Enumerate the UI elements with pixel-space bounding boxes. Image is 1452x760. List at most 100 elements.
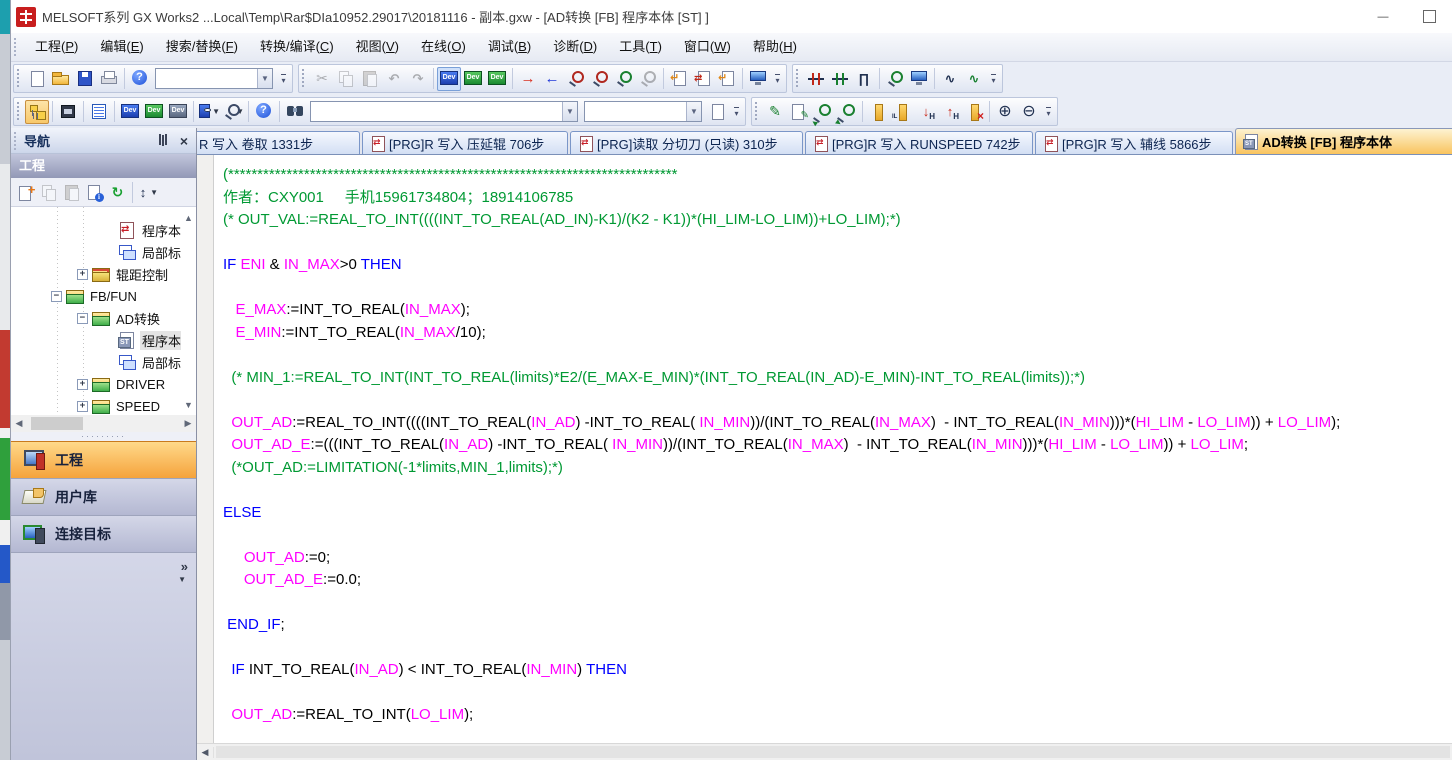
- st-code[interactable]: (***************************************…: [215, 155, 1452, 743]
- toolbar-grip[interactable]: [755, 102, 760, 121]
- tree-item-辊距控制[interactable]: +辊距控制: [11, 263, 181, 285]
- find-device-2-button[interactable]: [588, 67, 612, 91]
- tree-horizontal-scrollbar[interactable]: ◀ ▶: [11, 415, 196, 432]
- find-device-4-button[interactable]: [636, 67, 660, 91]
- scroll-right-icon[interactable]: ▶: [180, 418, 196, 429]
- scroll-left-icon[interactable]: ◀: [11, 418, 27, 429]
- expand-plus-icon[interactable]: +: [77, 401, 88, 412]
- st-editor[interactable]: (***************************************…: [197, 155, 1452, 760]
- help2-button[interactable]: [252, 100, 276, 124]
- tree-item-局部标[interactable]: 局部标: [11, 351, 181, 373]
- doc-jump3-button[interactable]: [715, 67, 739, 91]
- toolbar-overflow-chevron[interactable]: [730, 100, 743, 124]
- print-button[interactable]: [97, 67, 121, 91]
- monitor-go-button[interactable]: [907, 67, 931, 91]
- sort-button[interactable]: ▼: [136, 181, 159, 204]
- toolbar-overflow-chevron[interactable]: [771, 67, 784, 91]
- tree-item-DRIVER[interactable]: +DRIVER: [11, 373, 181, 395]
- document-tab-1[interactable]: R 写入 卷取 1331步: [197, 131, 360, 154]
- dev-display-button[interactable]: ▼: [197, 100, 221, 124]
- help-button[interactable]: [128, 67, 152, 91]
- toolbar-overflow-chevron[interactable]: [987, 67, 1000, 91]
- zoom-in-button[interactable]: [993, 100, 1017, 124]
- project-tree-button[interactable]: [25, 100, 49, 124]
- open-file-button[interactable]: [49, 67, 73, 91]
- editor-horizontal-scrollbar[interactable]: ◀: [197, 743, 1452, 760]
- xfer-read-button[interactable]: [516, 67, 540, 91]
- menu-item-4[interactable]: 转换/编译(C): [249, 33, 345, 61]
- nav-splitter-handle[interactable]: ·········: [11, 432, 196, 441]
- dev-write-button[interactable]: [437, 67, 461, 91]
- device-search-button[interactable]: ▼: [221, 100, 245, 124]
- save-button[interactable]: [73, 67, 97, 91]
- doc-jump1-button[interactable]: [667, 67, 691, 91]
- expand-plus-icon[interactable]: +: [77, 269, 88, 280]
- ladder-open-button[interactable]: [804, 67, 828, 91]
- document-tab-3[interactable]: [PRG]读取 分切刀 (只读) 310步: [570, 131, 803, 154]
- dev-note-button[interactable]: [166, 100, 190, 124]
- toolbar-overflow-chevron[interactable]: [277, 67, 290, 91]
- scroll-up-icon[interactable]: ▲: [181, 211, 196, 226]
- tree-item-SPEED[interactable]: +SPEED: [11, 395, 181, 415]
- tree-item-AD转换[interactable]: −AD转换: [11, 307, 181, 329]
- toolbar-grip[interactable]: [17, 102, 22, 121]
- pin-icon[interactable]: [154, 132, 172, 150]
- menu-item-8[interactable]: 诊断(D): [542, 33, 608, 61]
- tree-vertical-scrollbar[interactable]: ▲ ▼: [181, 207, 196, 415]
- scroll-left-icon[interactable]: ◀: [197, 747, 214, 758]
- combobox-arrow-icon[interactable]: ▼: [686, 102, 701, 121]
- redo-button[interactable]: [406, 67, 430, 91]
- dev-verify-button[interactable]: [485, 67, 509, 91]
- menu-item-9[interactable]: 工具(T): [608, 33, 673, 61]
- doc-jump2-button[interactable]: [691, 67, 715, 91]
- mark-x-button[interactable]: [962, 100, 986, 124]
- tree-item-程序本[interactable]: 程序本: [11, 219, 181, 241]
- menu-item-6[interactable]: 在线(O): [410, 33, 477, 61]
- property-button[interactable]: [83, 181, 106, 204]
- menubar-grip[interactable]: [14, 38, 20, 56]
- toolbar1-combobox[interactable]: ▼: [155, 68, 273, 89]
- remote-monitor-button[interactable]: [746, 67, 770, 91]
- menu-item-7[interactable]: 调试(B): [477, 33, 542, 61]
- ladder-close-button[interactable]: [828, 67, 852, 91]
- find-device-1-button[interactable]: [564, 67, 588, 91]
- toolbar-overflow-chevron[interactable]: [1042, 100, 1055, 124]
- copy-button[interactable]: [334, 67, 358, 91]
- find-prev-button[interactable]: [811, 100, 835, 124]
- copy-data-button[interactable]: [37, 181, 60, 204]
- cut-button[interactable]: [310, 67, 334, 91]
- doc-pen-button[interactable]: [787, 100, 811, 124]
- nav-button-连接目标[interactable]: 连接目标: [11, 515, 196, 552]
- combobox-arrow-icon[interactable]: ▼: [562, 102, 577, 121]
- nav-button-用户库[interactable]: 用户库: [11, 478, 196, 515]
- pulse-button[interactable]: [852, 67, 876, 91]
- jump-down-button[interactable]: [914, 100, 938, 124]
- menu-item-10[interactable]: 窗口(W): [673, 33, 742, 61]
- menu-item-5[interactable]: 视图(V): [345, 33, 410, 61]
- refresh-button[interactable]: [106, 181, 129, 204]
- collapse-minus-icon[interactable]: −: [77, 313, 88, 324]
- document-tab-2[interactable]: [PRG]R 写入 压延辊 706步: [362, 131, 568, 154]
- nav-button-工程[interactable]: 工程: [11, 441, 196, 478]
- paste-button[interactable]: [358, 67, 382, 91]
- menu-item-11[interactable]: 帮助(H): [742, 33, 808, 61]
- zoom-out-button[interactable]: [1017, 100, 1041, 124]
- collapse-minus-icon[interactable]: −: [51, 291, 62, 302]
- undo-button[interactable]: [382, 67, 406, 91]
- scroll-down-icon[interactable]: ▼: [181, 398, 196, 413]
- nav-grip[interactable]: [14, 132, 20, 150]
- menu-item-2[interactable]: 编辑(E): [89, 33, 154, 61]
- mark-il-button[interactable]: [890, 100, 914, 124]
- find-device-5-button[interactable]: [883, 67, 907, 91]
- dev-statement-button[interactable]: [142, 100, 166, 124]
- sample1-button[interactable]: [938, 67, 962, 91]
- worklist-button[interactable]: [87, 100, 111, 124]
- page-btn-button[interactable]: [705, 100, 729, 124]
- mark1-button[interactable]: [866, 100, 890, 124]
- dropdown-arrow-icon[interactable]: ▼: [150, 188, 158, 197]
- document-tab-6[interactable]: AD转换 [FB] 程序本体: [1235, 128, 1452, 154]
- tree-item-局部标[interactable]: 局部标: [11, 241, 181, 263]
- toolbar-grip[interactable]: [302, 69, 307, 88]
- xfer-write-button[interactable]: [540, 67, 564, 91]
- cross-reference-button[interactable]: [283, 100, 307, 124]
